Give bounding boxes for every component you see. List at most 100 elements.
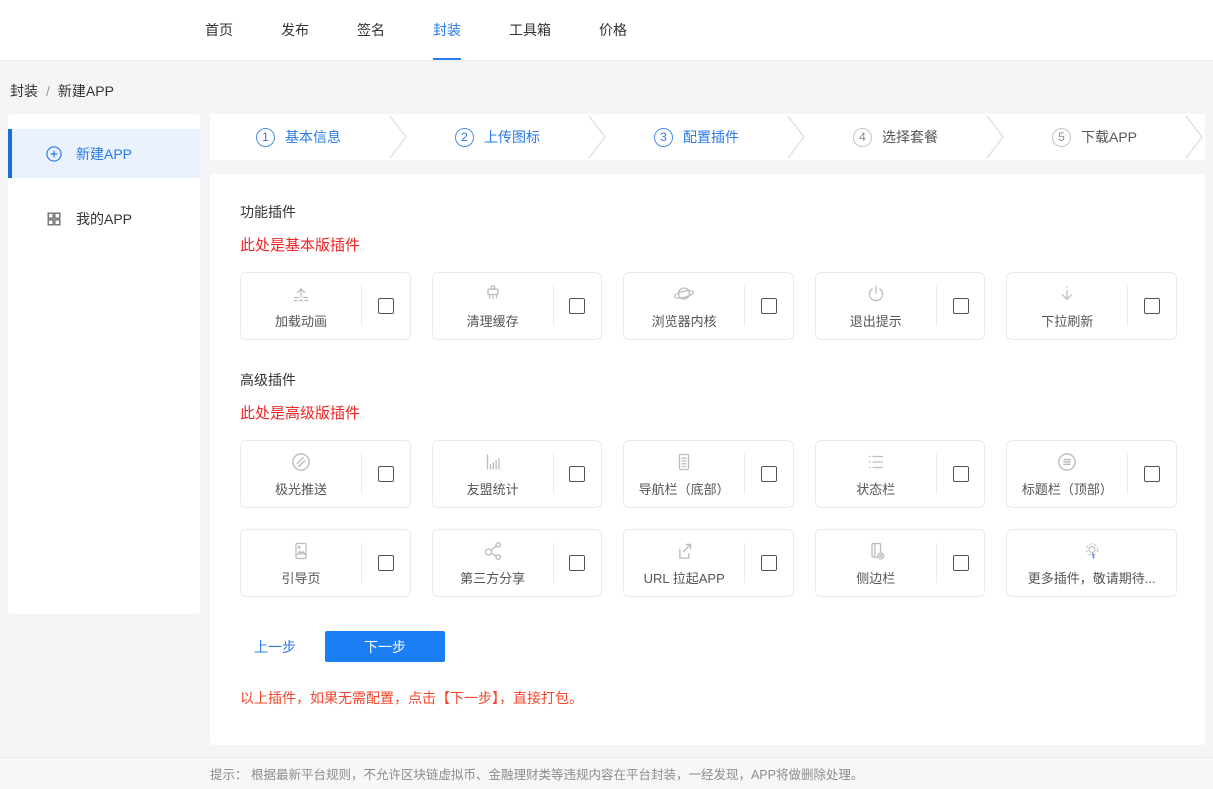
plugin-checkbox[interactable] bbox=[761, 466, 777, 482]
plugin-checkbox-cell bbox=[554, 466, 602, 482]
step-number: 2 bbox=[455, 128, 474, 147]
breadcrumb-root[interactable]: 封装 bbox=[10, 83, 38, 99]
section-note: 此处是基本版插件 bbox=[240, 234, 1177, 255]
breadcrumb-separator: / bbox=[46, 83, 50, 99]
plugin-card: 下拉刷新 bbox=[1006, 272, 1177, 340]
step-2: 2上传图标 bbox=[409, 127, 586, 147]
url-launch-icon bbox=[671, 539, 697, 563]
step-4: 4选择套餐 bbox=[807, 127, 984, 147]
plugin-checkbox[interactable] bbox=[569, 298, 585, 314]
more-plugins-icon bbox=[1080, 539, 1104, 563]
plugin-card: 清理缓存 bbox=[432, 272, 603, 340]
plugin-label: 清理缓存 bbox=[467, 311, 519, 330]
plus-circle-icon bbox=[44, 144, 64, 164]
plugin-card-main: 标题栏（顶部） bbox=[1007, 450, 1127, 498]
plugin-card-main: 加载动画 bbox=[241, 282, 361, 330]
plugin-card: 更多插件，敬请期待... bbox=[1006, 529, 1177, 597]
nav-item-2[interactable]: 发布 bbox=[281, 0, 309, 60]
sidebar-item-label: 我的APP bbox=[76, 209, 132, 229]
umeng-stats-icon bbox=[481, 450, 505, 474]
plugin-grid: 加载动画 清理缓存 浏览器内核退出提示 下拉刷新 bbox=[240, 272, 1177, 340]
section-title: 功能插件 bbox=[240, 202, 1177, 222]
footer-tip-text: 提示： 根据最新平台规则，不允许区块链虚拟币、金融理财类等违规内容在平台封装，一… bbox=[210, 764, 864, 783]
step-label: 下载APP bbox=[1081, 127, 1137, 147]
step-label: 选择套餐 bbox=[882, 127, 938, 147]
plugin-card-main: 退出提示 bbox=[816, 282, 936, 330]
plugin-card-main: 浏览器内核 bbox=[624, 282, 744, 330]
nav-item-1[interactable]: 首页 bbox=[205, 0, 233, 60]
step-number: 5 bbox=[1052, 128, 1071, 147]
jpush-icon bbox=[288, 450, 314, 474]
step-wizard: 1基本信息 2上传图标 3配置插件 4选择套餐 5 下载APP bbox=[210, 114, 1205, 160]
plugin-card: 退出提示 bbox=[815, 272, 986, 340]
nav-item-6[interactable]: 价格 bbox=[599, 0, 627, 60]
plugin-checkbox-cell bbox=[937, 466, 985, 482]
step-chevron-icon bbox=[984, 114, 1006, 160]
plugin-card-main: 引导页 bbox=[241, 539, 361, 587]
nav-item-3[interactable]: 签名 bbox=[357, 0, 385, 60]
plugin-checkbox[interactable] bbox=[953, 298, 969, 314]
plugin-checkbox-cell bbox=[937, 555, 985, 571]
nav-item-4[interactable]: 封装 bbox=[433, 0, 461, 60]
browser-kernel-icon bbox=[671, 282, 697, 306]
plugin-checkbox[interactable] bbox=[1144, 298, 1160, 314]
sidebar-item-1[interactable]: 新建APP bbox=[8, 129, 200, 178]
step-1: 1基本信息 bbox=[210, 127, 387, 147]
nav-item-5[interactable]: 工具箱 bbox=[509, 0, 551, 60]
step-chevron-icon bbox=[1183, 114, 1205, 160]
sidebar: 新建APP 我的APP bbox=[8, 114, 200, 614]
main-nav: 首页发布签名封装 工具箱 价格 bbox=[205, 0, 627, 60]
plugin-card-main: 友盟统计 bbox=[433, 450, 553, 498]
statusbar-icon bbox=[864, 450, 888, 474]
plugin-checkbox[interactable] bbox=[953, 555, 969, 571]
plugin-checkbox[interactable] bbox=[569, 555, 585, 571]
plugin-checkbox-cell bbox=[362, 298, 410, 314]
loading-animation-icon bbox=[289, 282, 313, 306]
navbar-bottom-icon bbox=[672, 450, 696, 474]
plugin-label: 退出提示 bbox=[850, 311, 902, 330]
plugin-checkbox[interactable] bbox=[1144, 466, 1160, 482]
plugin-checkbox[interactable] bbox=[761, 555, 777, 571]
plugin-card-main: URL 拉起APP bbox=[624, 539, 744, 587]
plugin-card-main: 极光推送 bbox=[241, 450, 361, 498]
share-icon bbox=[480, 539, 506, 563]
plugin-label: 标题栏（顶部） bbox=[1022, 479, 1113, 498]
plugin-label: 友盟统计 bbox=[467, 479, 519, 498]
section-note: 此处是高级版插件 bbox=[240, 402, 1177, 423]
plugin-label: 加载动画 bbox=[275, 311, 327, 330]
plugin-card: 极光推送 bbox=[240, 440, 411, 508]
step-chevron-icon bbox=[586, 114, 608, 160]
plugin-sections: 功能插件此处是基本版插件加载动画清理缓存浏览器内核退出提示下拉刷新高级插件此处是… bbox=[240, 202, 1177, 597]
plugin-label: URL 拉起APP bbox=[644, 568, 725, 587]
titlebar-top-icon bbox=[1054, 450, 1080, 474]
plugin-checkbox-cell bbox=[1128, 298, 1176, 314]
plugin-checkbox[interactable] bbox=[378, 298, 394, 314]
plugin-checkbox[interactable] bbox=[378, 466, 394, 482]
step-3: 3配置插件 bbox=[608, 127, 785, 147]
grid-icon bbox=[44, 209, 64, 229]
prev-step-link[interactable]: 上一步 bbox=[254, 637, 296, 657]
plugin-checkbox[interactable] bbox=[761, 298, 777, 314]
plugin-checkbox-cell bbox=[745, 466, 793, 482]
plugin-card: 标题栏（顶部） bbox=[1006, 440, 1177, 508]
plugin-label: 状态栏 bbox=[856, 479, 895, 498]
plugin-label: 极光推送 bbox=[275, 479, 327, 498]
plugin-checkbox[interactable] bbox=[953, 466, 969, 482]
plugin-checkbox-cell bbox=[362, 555, 410, 571]
next-step-button[interactable]: 下一步 bbox=[325, 631, 445, 662]
plugin-checkbox-cell bbox=[745, 298, 793, 314]
plugin-card-main: 下拉刷新 bbox=[1007, 282, 1127, 330]
step-5: 5 下载APP bbox=[1006, 127, 1183, 147]
pull-refresh-icon bbox=[1055, 282, 1079, 306]
plugin-checkbox[interactable] bbox=[569, 466, 585, 482]
plugin-checkbox-cell bbox=[362, 466, 410, 482]
plugin-checkbox-cell bbox=[1128, 466, 1176, 482]
plugin-config-panel: 功能插件此处是基本版插件加载动画清理缓存浏览器内核退出提示下拉刷新高级插件此处是… bbox=[210, 174, 1205, 745]
plugin-grid: 极光推送友盟统计导航栏（底部）状态栏标题栏（顶部）引导页第三方分享URL 拉起A… bbox=[240, 440, 1177, 597]
plugin-checkbox[interactable] bbox=[378, 555, 394, 571]
top-header: 首页发布签名封装 工具箱 价格 bbox=[0, 0, 1213, 61]
breadcrumb-current: 新建APP bbox=[58, 83, 114, 99]
sidebar-item-label: 新建APP bbox=[76, 144, 132, 164]
sidebar-item-2[interactable]: 我的APP bbox=[8, 194, 200, 243]
plugin-checkbox-cell bbox=[937, 298, 985, 314]
